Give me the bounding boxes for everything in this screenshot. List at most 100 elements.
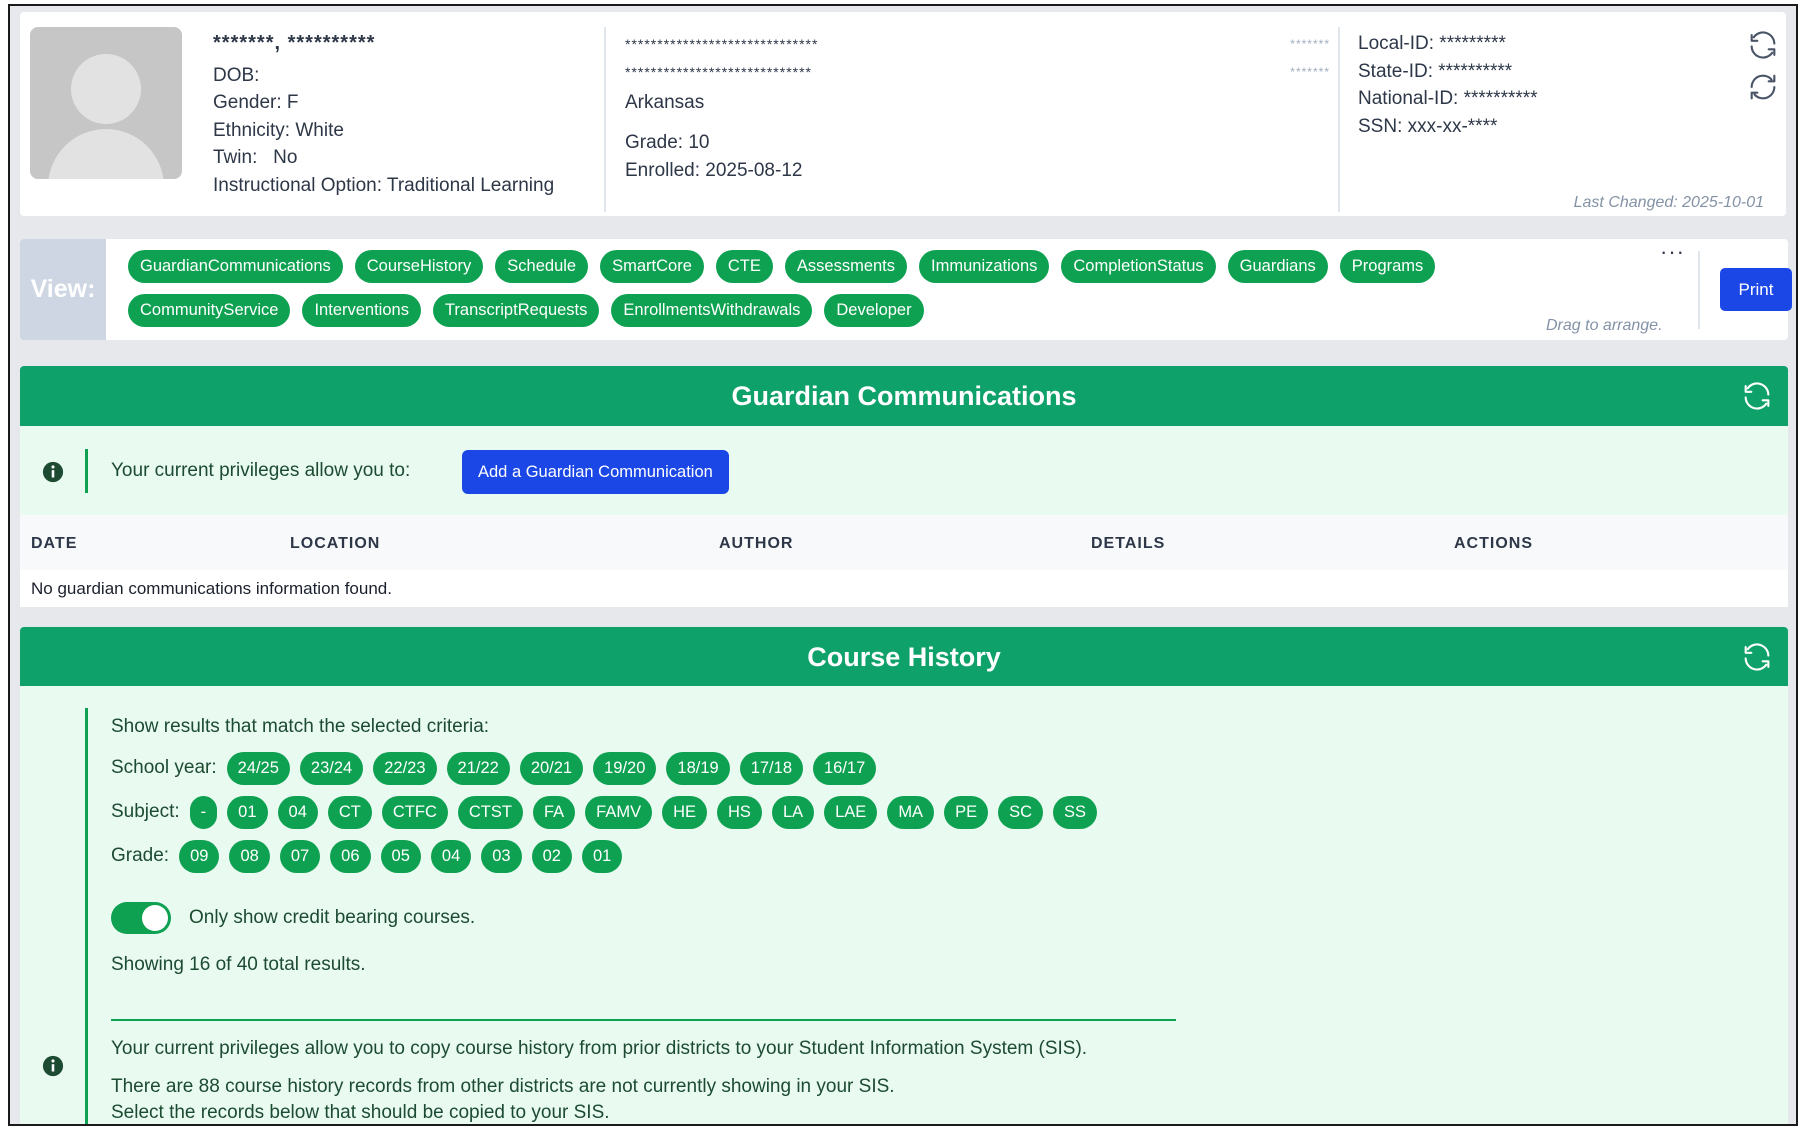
course-history-body: Show results that match the selected cri… xyxy=(20,686,1788,1124)
divider xyxy=(85,708,88,1124)
grade: Grade: 10 xyxy=(625,132,710,153)
grade-chip-04[interactable]: 04 xyxy=(430,839,472,873)
view-pill-smartcore[interactable]: SmartCore xyxy=(600,250,704,283)
view-pill-assessments[interactable]: Assessments xyxy=(784,250,908,283)
school-name: ****************************** ******* xyxy=(625,36,1330,52)
view-pill-guardiancommunications[interactable]: GuardianCommunications xyxy=(128,250,343,283)
school-year-chip-16-17[interactable]: 16/17 xyxy=(813,751,877,785)
view-pill-developer[interactable]: Developer xyxy=(824,294,924,327)
subject-chip-famv[interactable]: FAMV xyxy=(585,795,653,829)
credit-filter: Only show credit bearing courses. xyxy=(111,896,1097,940)
view-pill-completionstatus[interactable]: CompletionStatus xyxy=(1061,250,1216,283)
copy-line: Select the records below that should be … xyxy=(111,1102,610,1123)
grade-chip-08[interactable]: 08 xyxy=(229,839,270,873)
school-year-chip-24-25[interactable]: 24/25 xyxy=(226,751,290,785)
district-name: ***************************** ******* xyxy=(625,64,1330,80)
view-pills: GuardianCommunications CourseHistory Sched… xyxy=(128,250,1488,338)
student-name: *******, ********** xyxy=(213,32,376,54)
school-year-chip-18-19[interactable]: 18/19 xyxy=(666,751,730,785)
grade-chip-09[interactable]: 09 xyxy=(179,839,220,873)
view-pill-guardians[interactable]: Guardians xyxy=(1227,250,1328,283)
last-changed: Last Changed: 2025-10-01 xyxy=(1573,194,1764,211)
view-pill-schedule[interactable]: Schedule xyxy=(495,250,589,283)
criteria-heading: Show results that match the selected cri… xyxy=(111,716,490,737)
sync-icon[interactable] xyxy=(1746,70,1780,104)
school-year-label: School year: xyxy=(111,757,217,778)
twin: Twin: No xyxy=(213,147,298,168)
column-header-date[interactable]: DATE xyxy=(31,535,77,553)
school-year-chip-17-18[interactable]: 17/18 xyxy=(739,751,803,785)
refresh-icon[interactable] xyxy=(1740,379,1774,413)
copy-history-info: Your current privileges allow you to cop… xyxy=(111,1036,1088,1124)
subject-chip-hs[interactable]: HS xyxy=(717,795,762,829)
state-id: State-ID: ********** xyxy=(1358,60,1513,82)
subject-chip-ct[interactable]: CT xyxy=(327,795,372,829)
print-button[interactable]: Print xyxy=(1720,268,1792,311)
gender: Gender: F xyxy=(213,92,299,113)
view-pill-coursehistory[interactable]: CourseHistory xyxy=(354,250,484,283)
view-pill-immunizations[interactable]: Immunizations xyxy=(919,250,1050,283)
school-year-chip-20-21[interactable]: 20/21 xyxy=(519,751,584,785)
grade-chip-01[interactable]: 01 xyxy=(581,839,623,873)
view-bar: View: GuardianCommunications CourseHistor… xyxy=(20,239,1792,340)
subject-chip-01[interactable]: 01 xyxy=(227,795,268,829)
school-year-chip-21-22[interactable]: 21/22 xyxy=(446,751,510,785)
grade-chip-06[interactable]: 06 xyxy=(330,839,371,873)
ethnicity: Ethnicity: White xyxy=(213,119,344,141)
enrollment-info: ****************************** ******* *… xyxy=(625,30,1330,182)
info-icon xyxy=(42,1055,64,1077)
subject-chip-he[interactable]: HE xyxy=(662,795,708,829)
school-year-chip-19-20[interactable]: 19/20 xyxy=(593,751,657,785)
column-header-location[interactable]: LOCATION xyxy=(290,535,380,553)
subject-chip-la[interactable]: LA xyxy=(771,795,815,829)
section-title: Guardian Communications xyxy=(731,381,1077,411)
subject-chip-pe[interactable]: PE xyxy=(944,795,989,829)
subject-chip-fa[interactable]: FA xyxy=(532,795,576,829)
app-frame: *******, ********** DOB: Gender: F Ethni… xyxy=(8,4,1798,1126)
section-title: Course History xyxy=(807,642,1001,672)
refresh-icon[interactable] xyxy=(1746,28,1780,62)
local-id: Local-ID: ********* xyxy=(1358,33,1506,54)
guardian-communications-header: Guardian Communications xyxy=(20,366,1788,426)
grade-chip-03[interactable]: 03 xyxy=(481,839,522,873)
school-year-chip-22-23[interactable]: 22/23 xyxy=(373,751,437,785)
subject-chip-dash[interactable]: - xyxy=(189,795,218,829)
credit-bearing-toggle[interactable] xyxy=(111,902,171,934)
column-header-author[interactable]: AUTHOR xyxy=(719,535,793,553)
grade-chip-05[interactable]: 05 xyxy=(380,839,421,873)
subject-chip-ma[interactable]: MA xyxy=(887,795,935,829)
subject-chip-04[interactable]: 04 xyxy=(277,795,318,829)
subject-chip-ctfc[interactable]: CTFC xyxy=(381,795,448,829)
subject-chip-lae[interactable]: LAE xyxy=(824,795,878,829)
national-id: National-ID: ********** xyxy=(1358,88,1538,109)
more-options-icon[interactable]: ··· xyxy=(1660,239,1685,265)
refresh-icon[interactable] xyxy=(1740,640,1774,674)
copy-line: Your current privileges allow you to cop… xyxy=(111,1038,1088,1059)
divider xyxy=(85,449,88,493)
instructional-option: Instructional Option: Traditional Learni… xyxy=(213,174,555,196)
grade-chip-07[interactable]: 07 xyxy=(279,839,321,873)
view-pill-row: CommunityService Interventions TranscriptR… xyxy=(128,294,1488,327)
view-pill-cte[interactable]: CTE xyxy=(715,250,773,283)
grade-filter: Grade: 09 08 07 06 05 04 03 02 01 xyxy=(111,834,1097,878)
view-pill-transcriptrequests[interactable]: TranscriptRequests xyxy=(432,294,600,327)
view-label: View: xyxy=(20,239,106,340)
view-pill-programs[interactable]: Programs xyxy=(1339,250,1436,283)
grade-chip-02[interactable]: 02 xyxy=(531,839,572,873)
divider xyxy=(1698,251,1700,329)
subject-chip-sc[interactable]: SC xyxy=(998,795,1043,829)
column-header-actions[interactable]: ACTIONS xyxy=(1454,535,1533,553)
view-pill-communityservice[interactable]: CommunityService xyxy=(128,294,291,327)
add-guardian-communication-button[interactable]: Add a Guardian Communication xyxy=(462,450,729,494)
grade-label: Grade: xyxy=(111,845,170,866)
student-demographics: *******, ********** DOB: Gender: F Ethni… xyxy=(213,30,554,199)
subject-chip-ss[interactable]: SS xyxy=(1053,795,1098,829)
subject-chip-ctst[interactable]: CTST xyxy=(457,795,523,829)
school-year-chip-23-24[interactable]: 23/24 xyxy=(299,751,364,785)
results-count: Showing 16 of 40 total results. xyxy=(111,954,366,975)
column-header-details[interactable]: DETAILS xyxy=(1091,535,1165,553)
enrolled-date: Enrolled: 2025-08-12 xyxy=(625,160,803,181)
view-pill-interventions[interactable]: Interventions xyxy=(302,294,421,327)
view-pill-enrollmentswithdrawals[interactable]: EnrollmentsWithdrawals xyxy=(611,294,813,327)
view-pill-row: GuardianCommunications CourseHistory Sched… xyxy=(128,250,1488,283)
